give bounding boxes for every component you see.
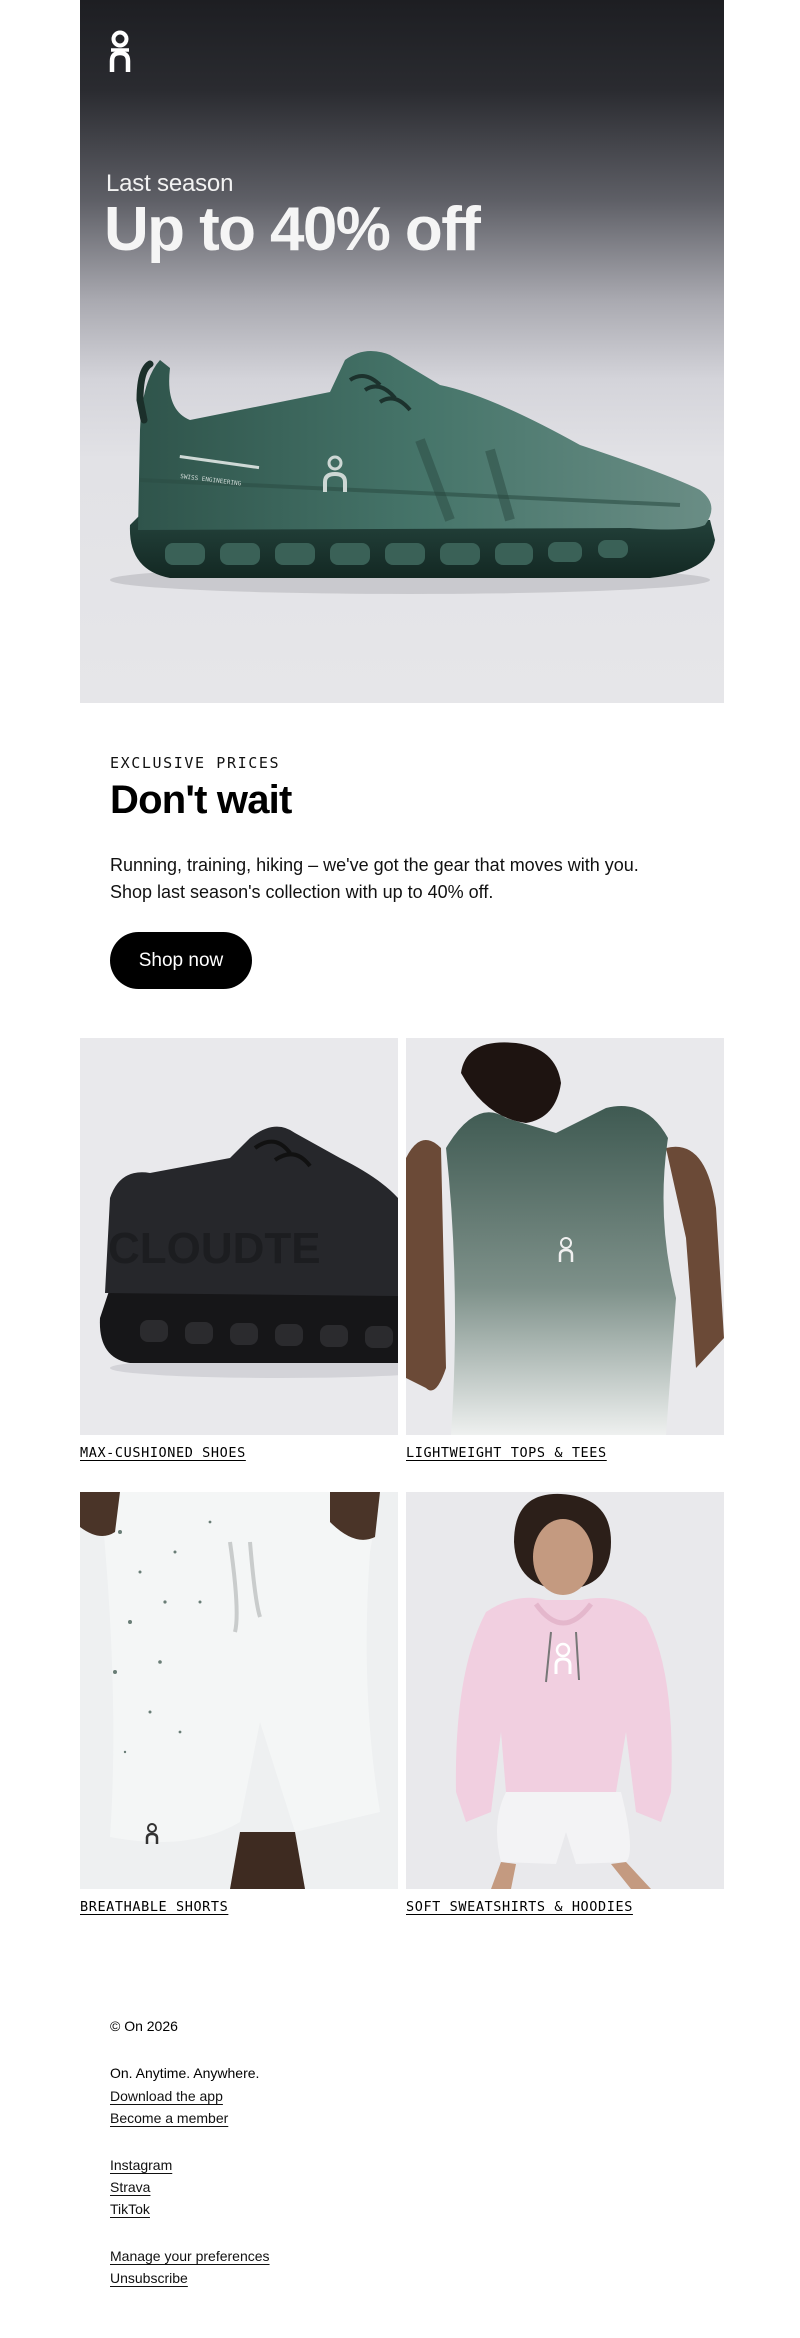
unsubscribe-link[interactable]: Unsubscribe	[110, 2270, 188, 2286]
shoes-image[interactable]: CLOUDTE	[80, 1038, 398, 1435]
running-shoe-image: SWISS ENGINEERING	[110, 351, 716, 594]
category-link-shoes[interactable]: MAX-CUSHIONED SHOES	[80, 1445, 246, 1461]
category-tile-sweatshirts[interactable]: SOFT SWEATSHIRTS & HOODIES	[406, 1492, 724, 1916]
category-link-shorts[interactable]: BREATHABLE SHORTS	[80, 1899, 228, 1915]
category-link-tops[interactable]: LIGHTWEIGHT TOPS & TEES	[406, 1445, 607, 1461]
shop-now-button[interactable]: Shop now	[110, 932, 252, 989]
body-line-2: Shop last season's collection with up to…	[110, 882, 494, 902]
body-copy: Running, training, hiking – we've got th…	[110, 852, 710, 906]
category-link-sweatshirts[interactable]: SOFT SWEATSHIRTS & HOODIES	[406, 1899, 633, 1915]
email-body: Last season Up to 40% off SWISS ENGINEER…	[80, 0, 724, 2338]
category-tile-shoes[interactable]: CLOUDTE MAX-CUSHIONED SHOES	[80, 1038, 398, 1462]
shorts-image[interactable]	[80, 1492, 398, 1889]
body-line-1: Running, training, hiking – we've got th…	[110, 855, 639, 875]
manage-preferences-link[interactable]: Manage your preferences	[110, 2248, 270, 2264]
sweatshirts-image[interactable]	[406, 1492, 724, 1889]
section-eyebrow: EXCLUSIVE PRICES	[110, 754, 281, 772]
instagram-link[interactable]: Instagram	[110, 2157, 172, 2173]
copyright-text: © On 2026	[110, 2018, 178, 2034]
hero-title: Up to 40% off	[104, 195, 481, 264]
hero-eyebrow: Last season	[106, 170, 234, 197]
black-shoe-illustration: CLOUDTE	[99, 1126, 398, 1378]
hero-banner[interactable]: Last season Up to 40% off SWISS ENGINEER…	[80, 0, 724, 703]
category-tile-tops[interactable]: LIGHTWEIGHT TOPS & TEES	[406, 1038, 724, 1462]
footer-tagline: On. Anytime. Anywhere.	[110, 2065, 260, 2081]
tops-image[interactable]	[406, 1038, 724, 1435]
hoodie-model-illustration	[455, 1493, 672, 1889]
category-tile-shorts[interactable]: BREATHABLE SHORTS	[80, 1492, 398, 1916]
section-headline: Don't wait	[110, 778, 292, 822]
tiktok-link[interactable]: TikTok	[110, 2201, 150, 2217]
download-app-link[interactable]: Download the app	[110, 2088, 223, 2104]
strava-link[interactable]: Strava	[110, 2179, 150, 2195]
shorts-model-illustration	[80, 1492, 398, 1889]
on-logo-icon[interactable]	[108, 30, 132, 74]
become-member-link[interactable]: Become a member	[110, 2110, 228, 2126]
shoe-brand-text: CLOUDTE	[108, 1224, 321, 1273]
tank-top-model-illustration	[406, 1042, 724, 1435]
